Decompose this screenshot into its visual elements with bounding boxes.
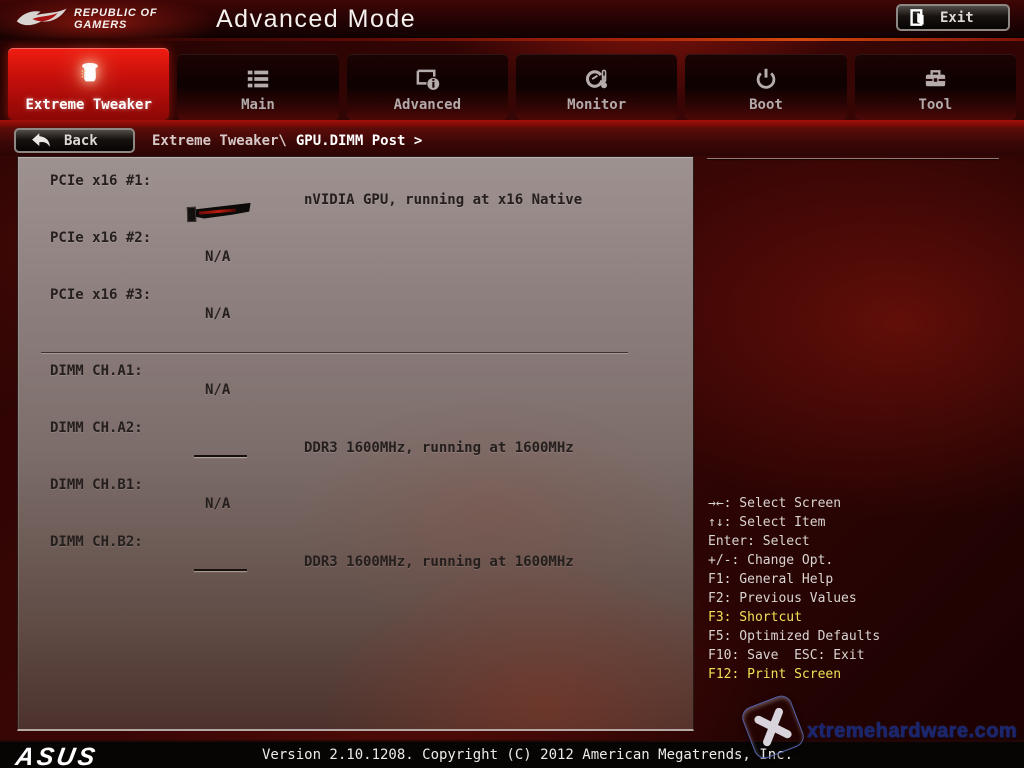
gpu-card-bracket	[187, 207, 197, 222]
page-title: Advanced Mode	[216, 0, 416, 38]
post-row-label: DIMM CH.A2:	[50, 420, 143, 436]
tab-extreme-tweaker[interactable]: Extreme Tweaker	[8, 48, 169, 120]
help-line: +/-: Change Opt.	[708, 551, 880, 570]
toolbox-icon	[922, 63, 949, 95]
post-row-detail: DDR3 1600MHz, running at 1600MHz	[304, 554, 574, 570]
post-row-detail: nVIDIA GPU, running at x16 Native	[304, 192, 582, 208]
post-row-label: PCIe x16 #1:	[50, 173, 151, 189]
help-line: F10: Save ESC: Exit	[708, 646, 880, 665]
breadcrumb-path: Extreme Tweaker\	[152, 133, 287, 149]
bios-screen: REPUBLIC OF GAMERS Advanced Mode Exit E	[0, 0, 1024, 768]
accent-line	[0, 38, 1024, 41]
tab-boot[interactable]: Boot	[685, 54, 846, 120]
right-panel-divider	[707, 158, 999, 159]
help-line: F1: General Help	[708, 570, 880, 589]
post-row-label: PCIe x16 #2:	[50, 230, 151, 246]
tab-label: Extreme Tweaker	[25, 97, 151, 113]
tab-tool[interactable]: Tool	[855, 54, 1016, 120]
active-tab-strip	[0, 120, 1024, 127]
info-panel-icon	[414, 63, 441, 95]
ram-module-image	[194, 455, 247, 457]
help-line: Enter: Select	[708, 532, 880, 551]
rog-brand: REPUBLIC OF GAMERS	[0, 0, 218, 38]
watermark: xtremehardware.com	[745, 698, 1020, 764]
post-row-label: PCIe x16 #3:	[50, 287, 151, 303]
tab-monitor[interactable]: Monitor	[516, 54, 677, 120]
help-line-highlighted: F3: Shortcut	[708, 608, 880, 627]
exit-button[interactable]: Exit	[896, 4, 1010, 31]
post-row-label: DIMM CH.A1:	[50, 363, 143, 379]
version-text: Version 2.10.1208. Copyright (C) 2012 Am…	[262, 742, 793, 768]
help-line: ↑↓: Select Item	[708, 513, 880, 532]
exit-label: Exit	[940, 10, 974, 26]
post-row-label: DIMM CH.B2:	[50, 534, 143, 550]
top-bar: REPUBLIC OF GAMERS Advanced Mode Exit	[0, 0, 1024, 38]
tab-main[interactable]: Main	[177, 54, 338, 120]
brand-line2: GAMERS	[74, 19, 157, 31]
post-row-label: DIMM CH.B1:	[50, 477, 143, 493]
watermark-text: xtremehardware.com	[807, 720, 1017, 743]
hotkey-help-panel: →←: Select Screen ↑↓: Select Item Enter:…	[708, 494, 880, 684]
tab-label: Boot	[749, 97, 783, 113]
back-button[interactable]: Back	[14, 128, 135, 153]
tab-label: Advanced	[394, 97, 461, 113]
tab-label: Main	[241, 97, 275, 113]
right-panel: →←: Select Screen ↑↓: Select Item Enter:…	[704, 156, 1000, 728]
post-row-value: N/A	[205, 496, 230, 512]
breadcrumb-bar: Back Extreme Tweaker\ GPU.DIMM Post >	[0, 127, 1024, 156]
gpu-dimm-post-panel: PCIe x16 #1: nVIDIA GPU, running at x16 …	[17, 156, 694, 731]
gauge-thermometer-icon	[583, 63, 610, 95]
help-line-highlighted: F12: Print Screen	[708, 665, 880, 684]
exit-door-icon	[910, 8, 926, 27]
post-row-value: N/A	[205, 249, 230, 265]
watermark-x-icon	[739, 692, 807, 761]
power-icon	[753, 63, 779, 95]
tab-label: Tool	[918, 97, 952, 113]
tab-advanced[interactable]: Advanced	[347, 54, 508, 120]
brand-line1: REPUBLIC OF	[74, 7, 157, 19]
brand-text: REPUBLIC OF GAMERS	[74, 7, 157, 31]
post-row-value: N/A	[205, 306, 230, 322]
back-label: Back	[64, 133, 98, 149]
rog-logo-icon	[16, 6, 68, 32]
tab-bar: Extreme Tweaker Main Advanced	[8, 48, 1016, 120]
tab-label: Monitor	[567, 97, 626, 113]
asus-logo: ASUS	[13, 743, 100, 768]
help-line: F5: Optimized Defaults	[708, 627, 880, 646]
back-arrow-icon	[30, 132, 52, 149]
ram-module-image	[194, 569, 247, 571]
list-icon	[245, 63, 271, 95]
post-row-value: N/A	[205, 382, 230, 398]
breadcrumb-current: GPU.DIMM Post >	[296, 133, 422, 149]
gpu-card-image	[187, 201, 252, 223]
help-line: F2: Previous Values	[708, 589, 880, 608]
breadcrumb: Extreme Tweaker\ GPU.DIMM Post >	[152, 127, 422, 155]
help-line: →←: Select Screen	[708, 494, 880, 513]
post-row-detail: DDR3 1600MHz, running at 1600MHz	[304, 440, 574, 456]
tweaker-icon	[76, 57, 102, 89]
section-separator	[41, 352, 628, 353]
